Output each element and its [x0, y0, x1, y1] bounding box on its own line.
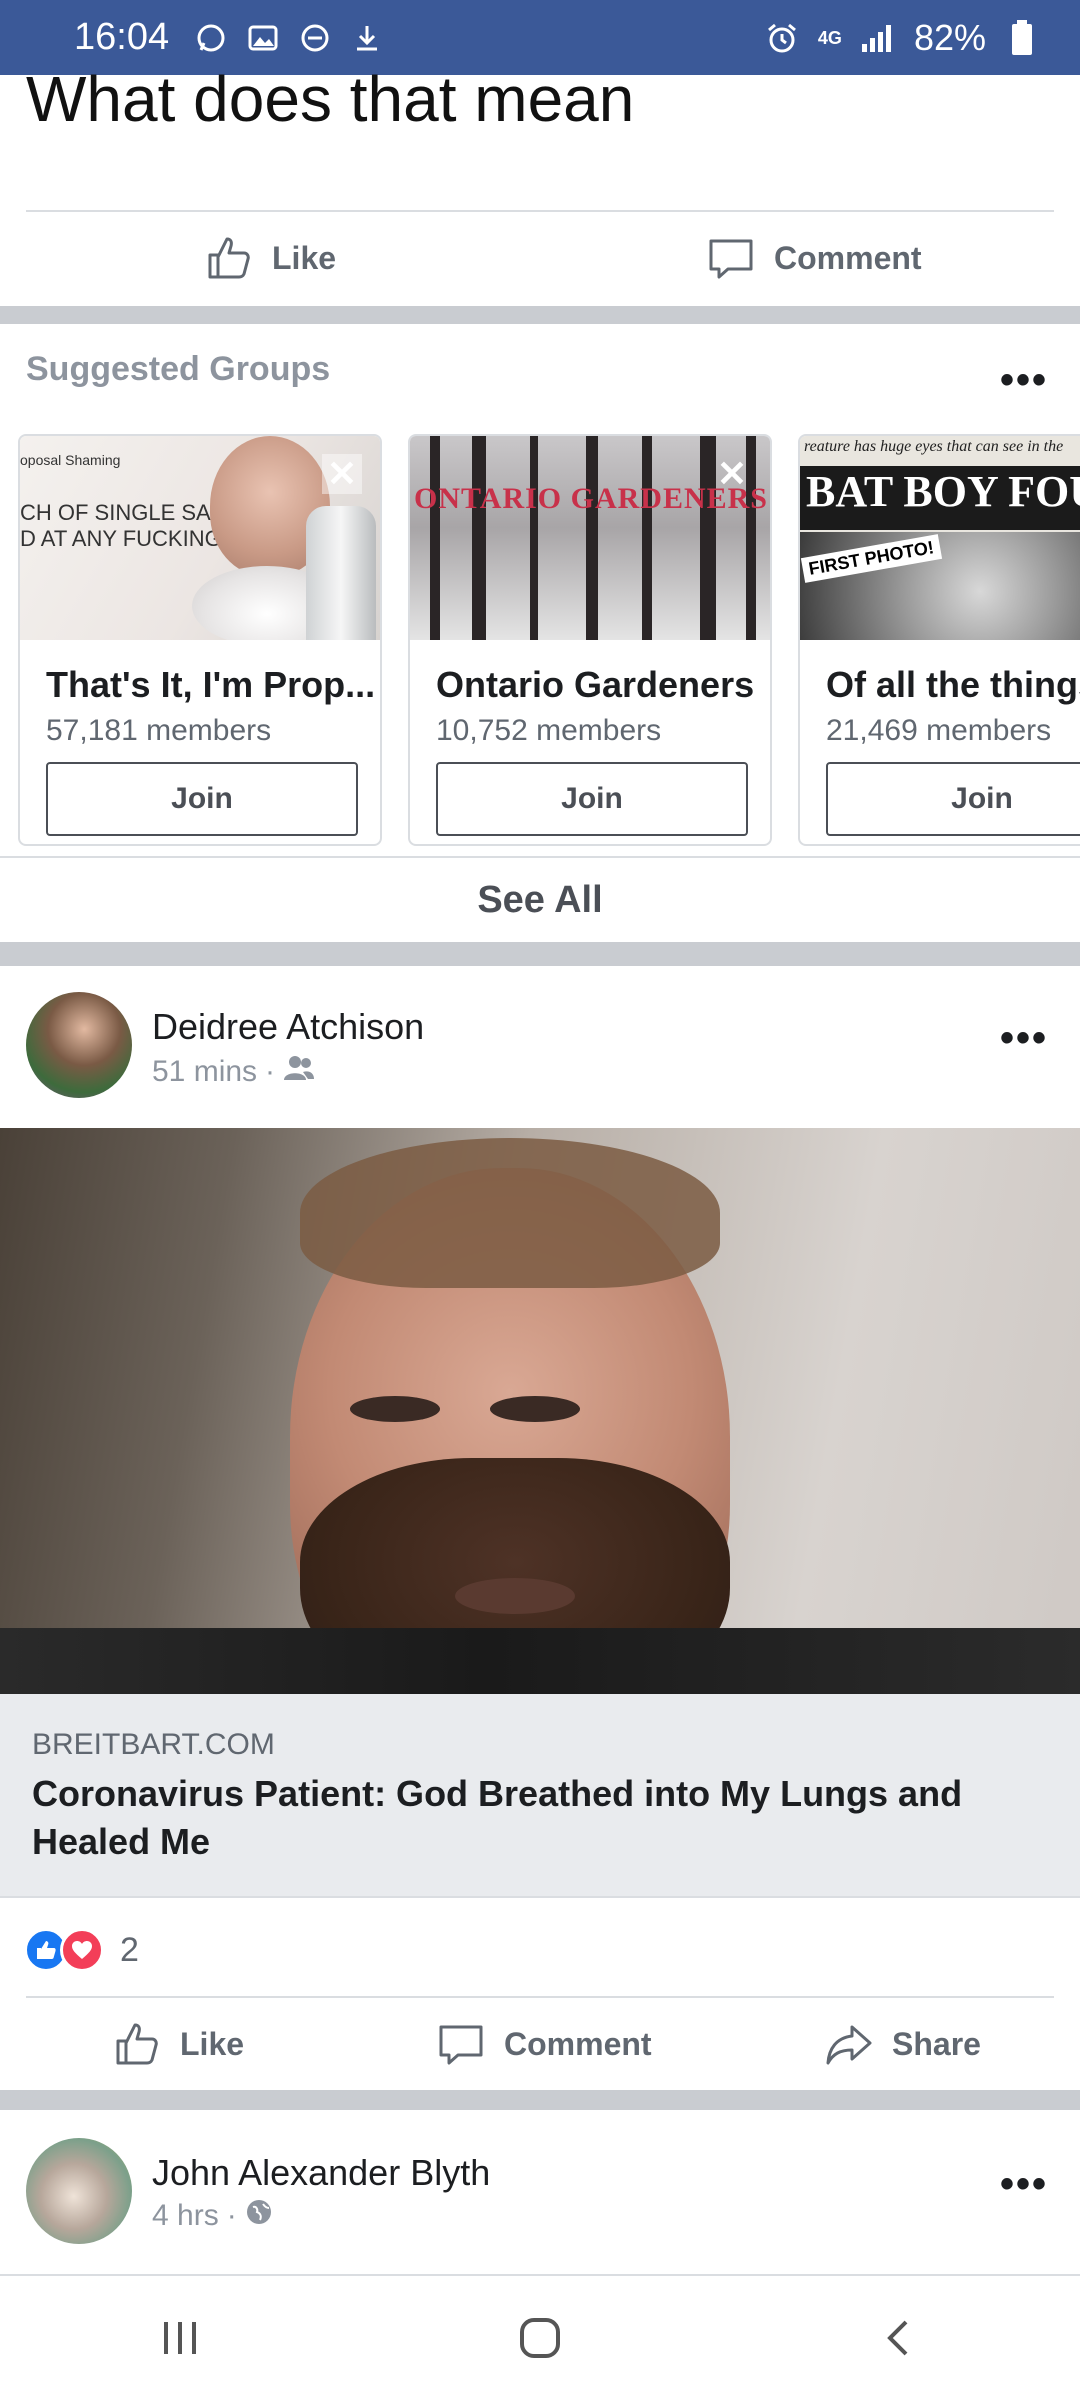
- group-thumbnail: reature has huge eyes that can see in th…: [800, 436, 1080, 640]
- avatar[interactable]: [26, 992, 132, 1098]
- thumb-tree: [430, 436, 440, 640]
- group-name[interactable]: Ontario Gardeners: [436, 664, 754, 706]
- video-eye: [490, 1396, 580, 1422]
- whatsapp-icon: [193, 20, 229, 56]
- post-meta: 4 hrs ·: [152, 2198, 273, 2234]
- group-name[interactable]: Of all the things: [826, 664, 1080, 706]
- reaction-summary[interactable]: 2: [24, 1928, 139, 1972]
- suggested-groups-title: Suggested Groups: [26, 350, 331, 388]
- video-shirt: [0, 1628, 1080, 1694]
- group-card[interactable]: ONTARIO GARDENERS ✕ Ontario Gardeners 10…: [408, 434, 772, 846]
- recent-apps-icon[interactable]: [140, 2298, 220, 2378]
- avatar[interactable]: [26, 2138, 132, 2244]
- post-meta: 51 mins ·: [152, 1054, 315, 1090]
- comment-button[interactable]: Comment: [436, 2019, 652, 2069]
- join-button[interactable]: Join: [826, 762, 1080, 836]
- network-type: 4G: [817, 27, 842, 48]
- battery-icon: [1004, 19, 1040, 56]
- group-thumbnail: ONTARIO GARDENERS ✕: [410, 436, 770, 640]
- suggested-groups-carousel[interactable]: oposal Shaming CH OF SINGLE SALTY D AT A…: [18, 434, 1080, 846]
- meta-separator: ·: [265, 1055, 276, 1088]
- post-text: What does that mean: [26, 63, 635, 135]
- thumb-tree: [472, 436, 486, 640]
- comment-icon: [709, 239, 753, 279]
- dismiss-group-button[interactable]: ✕: [322, 453, 362, 494]
- thumb-shaker-image: [306, 506, 376, 640]
- post-author[interactable]: John Alexander Blyth: [152, 2152, 490, 2194]
- comment-label: Comment: [774, 239, 922, 276]
- dismiss-group-button[interactable]: ✕: [712, 453, 752, 494]
- group-members: 21,469 members: [826, 714, 1052, 747]
- video-hair: [300, 1138, 720, 1288]
- like-button[interactable]: Like: [112, 2019, 244, 2069]
- thumb-tree: [530, 436, 538, 640]
- alarm-icon: [764, 20, 800, 56]
- group-name[interactable]: That's It, I'm Prop...: [46, 664, 375, 706]
- group-members: 10,752 members: [436, 714, 662, 747]
- link-preview[interactable]: BREITBART.COM Coronavirus Patient: God B…: [0, 1694, 1080, 1898]
- thumb-tree: [586, 436, 598, 640]
- like-button[interactable]: Like: [204, 233, 336, 283]
- post-time[interactable]: 4 hrs: [152, 2199, 219, 2233]
- back-icon[interactable]: [860, 2298, 940, 2378]
- comment-label: Comment: [504, 2025, 652, 2062]
- post-action-bar: Like Comment: [0, 212, 1080, 304]
- group-card[interactable]: oposal Shaming CH OF SINGLE SALTY D AT A…: [18, 434, 382, 846]
- group-card[interactable]: reature has huge eyes that can see in th…: [798, 434, 1080, 846]
- status-time: 16:04: [74, 16, 170, 58]
- section-separator: [0, 942, 1080, 966]
- meta-separator: ·: [226, 2199, 237, 2232]
- home-icon[interactable]: [500, 2298, 580, 2378]
- post-more-button[interactable]: •••: [1000, 2162, 1048, 2207]
- video-mouth: [455, 1578, 575, 1614]
- link-title: Coronavirus Patient: God Breathed into M…: [32, 1773, 963, 1862]
- share-button[interactable]: Share: [824, 2019, 981, 2069]
- globe-icon: [245, 2198, 273, 2234]
- section-separator: [0, 2090, 1080, 2110]
- battery-percent: 82%: [913, 16, 986, 58]
- like-icon: [208, 237, 250, 279]
- thumb-headline: BAT BOY FOUND: [800, 466, 1080, 530]
- download-icon: [349, 20, 385, 56]
- suggested-groups-more-button[interactable]: •••: [1000, 358, 1048, 403]
- reaction-count: 2: [120, 1930, 139, 1969]
- post-time[interactable]: 51 mins: [152, 1055, 257, 1089]
- group-thumbnail: oposal Shaming CH OF SINGLE SALTY D AT A…: [20, 436, 380, 640]
- section-separator: [0, 306, 1080, 324]
- signal-icon: [860, 20, 896, 56]
- comment-button[interactable]: Comment: [706, 233, 922, 283]
- love-reaction-icon: [60, 1928, 104, 1972]
- thumb-tree: [642, 436, 652, 640]
- image-icon: [245, 20, 281, 56]
- like-label: Like: [272, 239, 337, 276]
- friends-icon: [283, 1054, 315, 1090]
- system-nav-bar: [0, 2274, 1080, 2400]
- join-button[interactable]: Join: [436, 762, 748, 836]
- post-author[interactable]: Deidree Atchison: [152, 1006, 424, 1048]
- like-label: Like: [180, 2025, 245, 2062]
- like-icon: [116, 2023, 158, 2065]
- group-members: 57,181 members: [46, 714, 272, 747]
- thumb-text: D AT ANY FUCKING: [20, 526, 222, 551]
- post-more-button[interactable]: •••: [1000, 1016, 1048, 1061]
- comment-icon: [439, 2025, 483, 2065]
- do-not-disturb-icon: [297, 20, 333, 56]
- share-icon: [826, 2025, 872, 2065]
- join-button[interactable]: Join: [46, 762, 358, 836]
- link-domain: BREITBART.COM: [32, 1728, 275, 1761]
- post-action-bar: Like Comment Share: [0, 1998, 1080, 2090]
- video-eye: [350, 1396, 440, 1422]
- share-label: Share: [892, 2025, 981, 2062]
- thumb-text: oposal Shaming: [20, 452, 121, 468]
- see-all-button[interactable]: See All: [0, 856, 1080, 942]
- thumb-text: reature has huge eyes that can see in th…: [804, 438, 1064, 455]
- post-video[interactable]: [0, 1128, 1080, 1694]
